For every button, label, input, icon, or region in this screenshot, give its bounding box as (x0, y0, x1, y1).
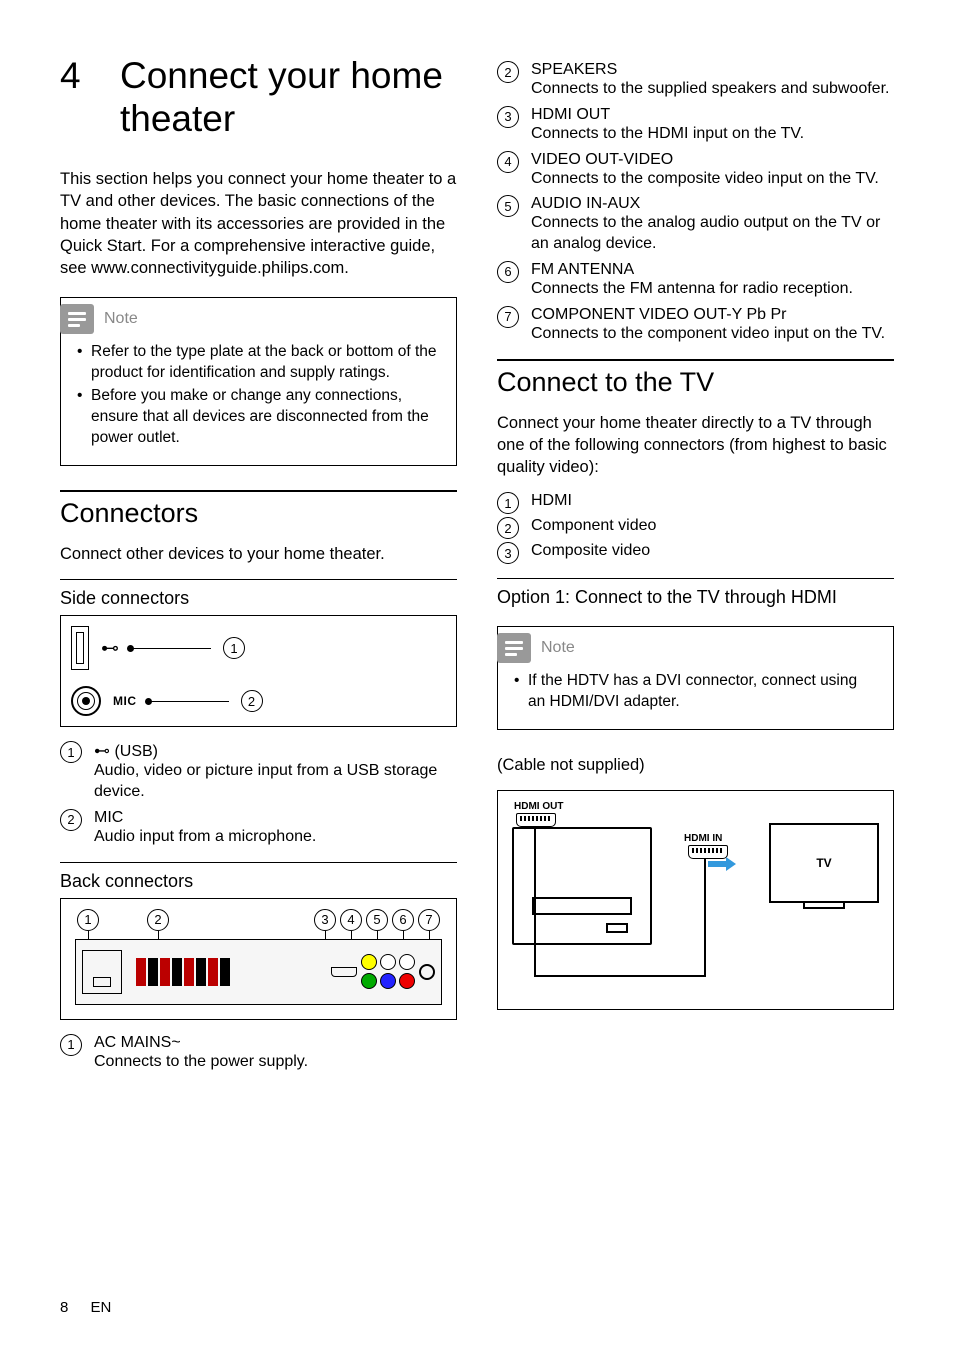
item-description: Audio input from a microphone. (94, 827, 457, 848)
item-description: Connects the FM antenna for radio recept… (531, 279, 894, 300)
home-theater-icon (512, 827, 652, 945)
side-connectors-heading: Side connectors (60, 588, 457, 609)
list-item: 7 COMPONENT VIDEO OUT-Y Pb Pr Connects t… (497, 306, 894, 345)
leader-line (131, 648, 211, 649)
item-label: AUDIO IN-AUX (531, 195, 894, 213)
callout-number: 7 (418, 909, 440, 931)
item-description: Connects to the HDMI input on the TV. (531, 124, 894, 145)
side-connectors-figure: ⊷ 1 MIC 2 (60, 615, 457, 727)
list-item: 1 ⊷ (USB) Audio, video or picture input … (60, 741, 457, 803)
usb-icon: ⊷ (101, 638, 119, 659)
list-item: 2 SPEAKERS Connects to the supplied spea… (497, 61, 894, 100)
connectors-heading: Connectors (60, 498, 457, 529)
mic-label: MIC (113, 694, 137, 708)
item-description: Connects to the supplied speakers and su… (531, 79, 894, 100)
callout-number: 5 (497, 195, 519, 217)
note-item: Refer to the type plate at the back or b… (77, 342, 440, 384)
tv-icon: TV (769, 823, 879, 903)
item-label: FM ANTENNA (531, 261, 894, 279)
callout-number: 1 (60, 1034, 82, 1056)
list-item: 2 Component video (497, 517, 894, 539)
callout-number: 2 (147, 909, 169, 931)
intro-paragraph: This section helps you connect your home… (60, 168, 457, 279)
language-code: EN (91, 1299, 112, 1316)
rear-ports-icon (331, 954, 435, 989)
callout-number: 5 (366, 909, 388, 931)
list-item: 1 HDMI (497, 492, 894, 514)
note-icon (60, 304, 94, 334)
note-box: Note If the HDTV has a DVI connector, co… (497, 626, 894, 730)
hdmi-connection-diagram: HDMI OUT HDMI IN TV (497, 790, 894, 1010)
hdmi-in-label: HDMI IN (684, 833, 722, 844)
note-icon (497, 633, 531, 663)
ac-mains-icon (82, 950, 122, 994)
callout-number: 1 (60, 741, 82, 763)
callout-number: 3 (497, 106, 519, 128)
chapter-title: Connect your home theater (120, 55, 457, 140)
note-label: Note (541, 639, 575, 657)
list-item: 3 HDMI OUT Connects to the HDMI input on… (497, 106, 894, 145)
list-item: 2 MIC Audio input from a microphone. (60, 809, 457, 848)
speaker-terminals-icon (136, 958, 230, 986)
hdmi-plug-icon (688, 845, 728, 859)
item-description: Audio, video or picture input from a USB… (94, 761, 457, 803)
item-label: HDMI (531, 492, 894, 510)
callout-number: 6 (392, 909, 414, 931)
callout-number: 1 (223, 637, 245, 659)
callout-number: 3 (314, 909, 336, 931)
note-item: If the HDTV has a DVI connector, connect… (514, 671, 877, 713)
mic-jack-icon (71, 686, 101, 716)
page-footer: 8 EN (60, 1299, 111, 1316)
list-item: 3 Composite video (497, 542, 894, 564)
note-label: Note (104, 310, 138, 328)
arrow-icon (726, 857, 736, 871)
callout-number: 1 (497, 492, 519, 514)
item-label: COMPONENT VIDEO OUT-Y Pb Pr (531, 306, 894, 324)
list-item: 6 FM ANTENNA Connects the FM antenna for… (497, 261, 894, 300)
note-box: Note Refer to the type plate at the back… (60, 297, 457, 466)
chapter-heading: 4 Connect your home theater (60, 55, 457, 140)
leader-line (149, 701, 229, 702)
back-connectors-heading: Back connectors (60, 871, 457, 892)
item-label: Component video (531, 517, 894, 535)
cable-not-supplied: (Cable not supplied) (497, 754, 894, 776)
connectors-intro: Connect other devices to your home theat… (60, 543, 457, 565)
callout-number: 2 (497, 61, 519, 83)
callout-number: 4 (340, 909, 362, 931)
item-label: VIDEO OUT-VIDEO (531, 151, 894, 169)
callout-number: 2 (60, 809, 82, 831)
item-label: AC MAINS~ (94, 1034, 457, 1052)
callout-number: 4 (497, 151, 519, 173)
list-item: 4 VIDEO OUT-VIDEO Connects to the compos… (497, 151, 894, 190)
item-label: ⊷ (USB) (94, 741, 457, 761)
list-item: 1 AC MAINS~ Connects to the power supply… (60, 1034, 457, 1073)
page-number: 8 (60, 1299, 68, 1316)
callout-number: 2 (497, 517, 519, 539)
callout-number: 3 (497, 542, 519, 564)
callout-number: 6 (497, 261, 519, 283)
chapter-number: 4 (60, 55, 120, 140)
item-description: Connects to the analog audio output on t… (531, 213, 894, 255)
list-item: 5 AUDIO IN-AUX Connects to the analog au… (497, 195, 894, 255)
item-label: HDMI OUT (531, 106, 894, 124)
item-description: Connects to the composite video input on… (531, 169, 894, 190)
connect-tv-heading: Connect to the TV (497, 367, 894, 398)
connect-tv-intro: Connect your home theater directly to a … (497, 412, 894, 479)
item-description: Connects to the power supply. (94, 1052, 457, 1073)
item-description: Connects to the component video input on… (531, 324, 894, 345)
callout-number: 7 (497, 306, 519, 328)
callout-number: 1 (77, 909, 99, 931)
option1-heading: Option 1: Connect to the TV through HDMI (497, 587, 894, 608)
usb-slot-icon (71, 626, 89, 670)
hdmi-out-label: HDMI OUT (514, 801, 563, 812)
hdmi-plug-icon (516, 813, 556, 827)
note-item: Before you make or change any connection… (77, 386, 440, 449)
item-label: Composite video (531, 542, 894, 560)
item-label: SPEAKERS (531, 61, 894, 79)
item-label: MIC (94, 809, 457, 827)
back-connectors-figure: 1 2 3 4 5 6 7 (60, 898, 457, 1020)
callout-number: 2 (241, 690, 263, 712)
